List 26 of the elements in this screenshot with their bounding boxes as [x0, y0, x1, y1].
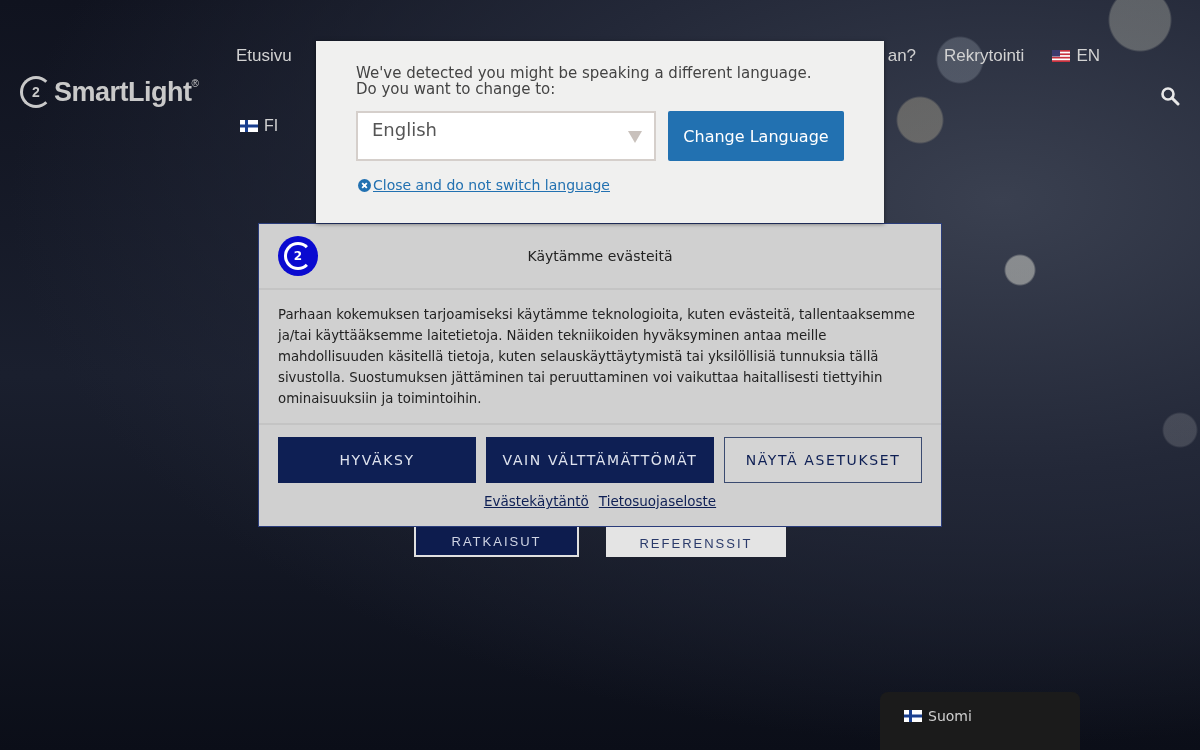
search-icon[interactable] — [1160, 86, 1180, 106]
cookie-notice: Parhaan kokemuksen tarjoamiseksi käytämme teknologioita, kuten evästeitä, tallentaaksemme ja/tai käyttääksemme laitetietoja. Näiden tekniikoiden hyväksyminen antaa meille mahdollisuuden käsitellä tietoja, kuten selauskäyttäytymistä tai yksilöllisiä tunnuksia tällä sivustolla. Suostumuksen jättäminen tai peruuttaminen voi vaikuttaa haitallisesti tiettyihin ominaisuuksiin ja toimintoihin. — [259, 290, 941, 425]
consent-button[interactable]: VAIN VÄLTTÄMÄTTÖMÄT — [486, 437, 714, 483]
flag-icon — [904, 710, 922, 722]
nav-link[interactable]: Etusivu — [236, 46, 292, 66]
close-icon[interactable] — [358, 178, 371, 192]
nav-link[interactable]: an? — [887, 46, 917, 66]
change-language-button[interactable]: Change Language — [668, 111, 844, 161]
brand-logo: 2 — [278, 236, 318, 276]
policy-link[interactable]: Evästekäytäntö — [483, 493, 589, 509]
close-link[interactable]: Close and do not switch language — [373, 177, 610, 193]
logo-text: SmartLight — [54, 76, 192, 108]
consent-button[interactable]: HYVÄKSY — [278, 437, 476, 483]
policy-link[interactable]: Tietosuojaseloste — [598, 493, 717, 509]
flag-icon — [1052, 50, 1071, 62]
language-select[interactable]: English — [356, 111, 656, 161]
flag-icon — [240, 120, 258, 132]
caret-icon — [628, 131, 642, 143]
registered-mark: ® — [191, 78, 199, 89]
language-link[interactable]: EN — [1052, 46, 1100, 66]
language-link[interactable]: FI — [236, 117, 279, 135]
dialog-title: Käytämme evästeitä — [526, 248, 674, 264]
language-prompt: We've detected you might be speaking a different language. Do you want to change to: — [356, 65, 813, 97]
nav-link[interactable]: Rekrytointi — [944, 46, 1025, 66]
consent-button[interactable]: NÄYTÄ ASETUKSET — [724, 437, 922, 483]
language-option[interactable]: Suomi — [904, 708, 972, 724]
